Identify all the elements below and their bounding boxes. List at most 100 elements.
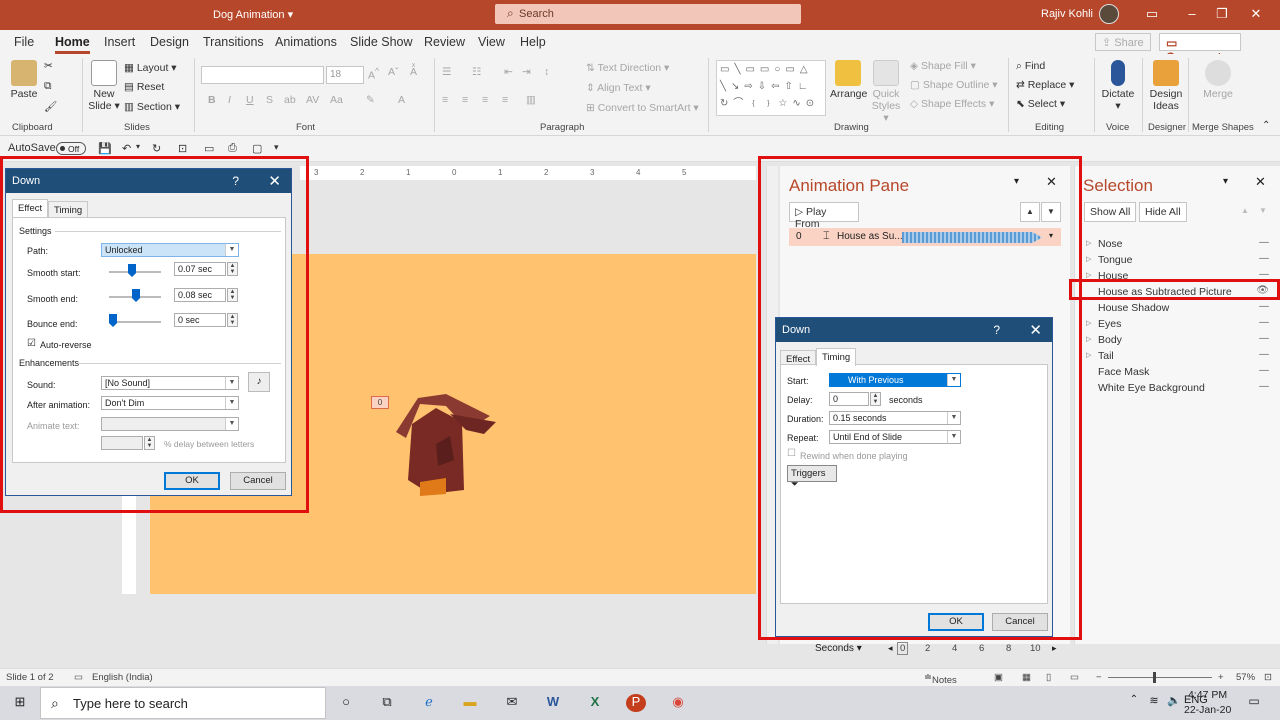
decrease-font-icon[interactable]: Aˇ bbox=[388, 66, 399, 78]
animate-text-select[interactable]: ▼ bbox=[101, 417, 239, 431]
find-button[interactable]: ⌕ Find bbox=[1016, 60, 1045, 73]
clear-format-icon[interactable]: Aͯ bbox=[410, 66, 417, 78]
highlight-icon[interactable]: ✎ bbox=[366, 94, 375, 106]
strikethrough-icon[interactable]: ab bbox=[284, 94, 296, 106]
case-icon[interactable]: Aa bbox=[330, 94, 343, 106]
visibility-icon[interactable]: — bbox=[1259, 317, 1269, 328]
selection-item[interactable]: ▷ Tail — bbox=[1075, 348, 1280, 364]
reading-view-icon[interactable]: ▯ bbox=[1046, 672, 1051, 683]
tab-effect[interactable]: Effect bbox=[12, 199, 49, 217]
new-slide-button[interactable]: New Slide ▾ bbox=[88, 60, 120, 112]
tab-review[interactable]: Review bbox=[424, 35, 465, 49]
merge-button[interactable]: Merge bbox=[1200, 60, 1236, 100]
seconds-dropdown[interactable]: Seconds ▾ bbox=[815, 643, 862, 654]
quick-print-icon[interactable]: ⎙ bbox=[228, 142, 237, 155]
shape-outline-button[interactable]: ▢ Shape Outline ▾ bbox=[910, 79, 998, 91]
eye-icon[interactable]: 👁 bbox=[1256, 285, 1269, 296]
quick-styles-button[interactable]: Quick Styles ▾ bbox=[868, 60, 904, 124]
chrome-icon[interactable]: ◉ bbox=[668, 694, 688, 712]
help-icon[interactable]: ? bbox=[993, 323, 1000, 337]
normal-view-icon[interactable]: ▣ bbox=[994, 672, 1003, 683]
expand-icon[interactable]: ▷ bbox=[1086, 255, 1091, 263]
rewind-checkbox[interactable]: ☐ bbox=[787, 448, 796, 459]
notes-button[interactable]: ≐ Notes bbox=[924, 672, 957, 686]
minimize-icon[interactable]: – bbox=[1182, 6, 1202, 21]
smooth-end-spinner[interactable]: ▲ ▼ bbox=[227, 288, 238, 302]
format-painter-icon[interactable]: 🖌 bbox=[44, 100, 57, 113]
tab-view[interactable]: View bbox=[478, 35, 505, 49]
justify-icon[interactable]: ≡ bbox=[502, 94, 508, 106]
visibility-icon[interactable]: — bbox=[1259, 237, 1269, 248]
selection-item[interactable]: ▷ Body — bbox=[1075, 332, 1280, 348]
columns-icon[interactable]: ▥ bbox=[526, 94, 536, 106]
pane-options-icon[interactable]: ▾ bbox=[1223, 176, 1228, 187]
path-select[interactable]: Unlocked ▼ bbox=[101, 243, 239, 257]
tab-insert[interactable]: Insert bbox=[104, 35, 135, 49]
comments-button[interactable]: ▭ Comments bbox=[1159, 33, 1241, 64]
item-dropdown-icon[interactable]: ▾ bbox=[1049, 231, 1053, 240]
delay-spinner[interactable]: ▲ ▼ bbox=[870, 392, 881, 406]
bounce-end-spinner[interactable]: ▲ ▼ bbox=[227, 313, 238, 327]
slide-sorter-icon[interactable]: ▦ bbox=[1022, 672, 1031, 683]
font-color-icon[interactable]: A bbox=[398, 94, 405, 106]
letter-delay-input[interactable] bbox=[101, 436, 143, 450]
duration-select[interactable]: 0.15 seconds ▼ bbox=[829, 411, 961, 425]
pane-options-icon[interactable]: ▾ bbox=[1014, 176, 1019, 187]
font-name-input[interactable] bbox=[201, 66, 324, 84]
design-ideas-button[interactable]: Design Ideas bbox=[1148, 60, 1184, 112]
timeline-right-icon[interactable]: ▸ bbox=[1052, 643, 1057, 654]
zoom-level[interactable]: 57% bbox=[1236, 672, 1255, 683]
visibility-icon[interactable]: — bbox=[1259, 381, 1269, 392]
move-up-button[interactable]: ▲ bbox=[1020, 202, 1040, 222]
animation-item[interactable]: 0 ⌶ House as Su... ▾ bbox=[789, 228, 1061, 246]
shape-effects-button[interactable]: ◇ Shape Effects ▾ bbox=[910, 98, 994, 110]
selection-item[interactable]: ▷ Nose — bbox=[1075, 236, 1280, 252]
increase-font-icon[interactable]: A^ bbox=[368, 66, 379, 82]
dictate-button[interactable]: Dictate ▾ bbox=[1100, 60, 1136, 112]
after-animation-select[interactable]: Don't Dim ▼ bbox=[101, 396, 239, 410]
copy-icon[interactable]: ⧉ bbox=[44, 80, 52, 93]
windows-start-icon[interactable]: ⊞ bbox=[10, 694, 30, 712]
tab-help[interactable]: Help bbox=[520, 35, 546, 49]
text-direction-button[interactable]: ⇅ Text Direction ▾ bbox=[586, 62, 669, 74]
mail-icon[interactable]: ✉ bbox=[502, 694, 522, 712]
numbering-icon[interactable]: ☷ bbox=[472, 66, 481, 78]
reset-button[interactable]: ▤ Reset bbox=[124, 81, 164, 93]
volume-icon[interactable]: 🔈 bbox=[1164, 694, 1184, 712]
excel-icon[interactable]: X bbox=[585, 694, 605, 712]
language-indicator[interactable]: English (India) bbox=[92, 672, 153, 683]
undo-dropdown-icon[interactable]: ▾ bbox=[136, 142, 140, 151]
notifications-icon[interactable]: ▭ bbox=[1244, 694, 1264, 712]
clock-date[interactable]: 22-Jan-20 bbox=[1184, 704, 1231, 716]
powerpoint-icon[interactable]: P bbox=[626, 694, 646, 712]
avatar[interactable] bbox=[1099, 4, 1119, 24]
animation-tag[interactable]: 0 bbox=[371, 396, 389, 409]
delay-input[interactable]: 0 bbox=[829, 392, 869, 406]
italic-icon[interactable]: I bbox=[228, 94, 231, 106]
bounce-end-input[interactable]: 0 sec bbox=[174, 313, 226, 327]
shape-fill-button[interactable]: ◈ Shape Fill ▾ bbox=[910, 60, 976, 72]
cancel-button[interactable]: Cancel bbox=[992, 613, 1048, 631]
ribbon-display-icon[interactable]: ▭ bbox=[1142, 6, 1162, 22]
align-left-icon[interactable]: ≡ bbox=[442, 94, 448, 106]
repeat-select[interactable]: Until End of Slide ▼ bbox=[829, 430, 961, 444]
expand-icon[interactable]: ▷ bbox=[1086, 335, 1091, 343]
ok-button[interactable]: OK bbox=[928, 613, 984, 631]
undo-icon[interactable]: ↶ bbox=[122, 142, 131, 155]
slideshow-icon[interactable]: ▭ bbox=[204, 142, 214, 155]
close-pane-icon[interactable]: ✕ bbox=[1255, 174, 1266, 190]
customize-qat-icon[interactable]: ▾ bbox=[274, 142, 279, 153]
close-window-icon[interactable]: ✕ bbox=[1246, 6, 1266, 22]
visibility-icon[interactable]: — bbox=[1259, 301, 1269, 312]
task-view-icon[interactable]: ⧉ bbox=[377, 694, 397, 712]
tab-design[interactable]: Design bbox=[150, 35, 189, 49]
underline-icon[interactable]: U bbox=[246, 94, 254, 106]
slideshow-view-icon[interactable]: ▭ bbox=[1070, 672, 1079, 683]
sound-select[interactable]: [No Sound] ▼ bbox=[101, 376, 239, 390]
monitor-icon[interactable]: ▢ bbox=[252, 142, 262, 155]
cortana-icon[interactable]: ○ bbox=[336, 694, 356, 712]
edge-icon[interactable]: ℯ bbox=[419, 694, 439, 712]
tab-slide-show[interactable]: Slide Show bbox=[350, 35, 413, 49]
visibility-icon[interactable]: — bbox=[1259, 349, 1269, 360]
increase-indent-icon[interactable]: ⇥ bbox=[522, 66, 531, 78]
